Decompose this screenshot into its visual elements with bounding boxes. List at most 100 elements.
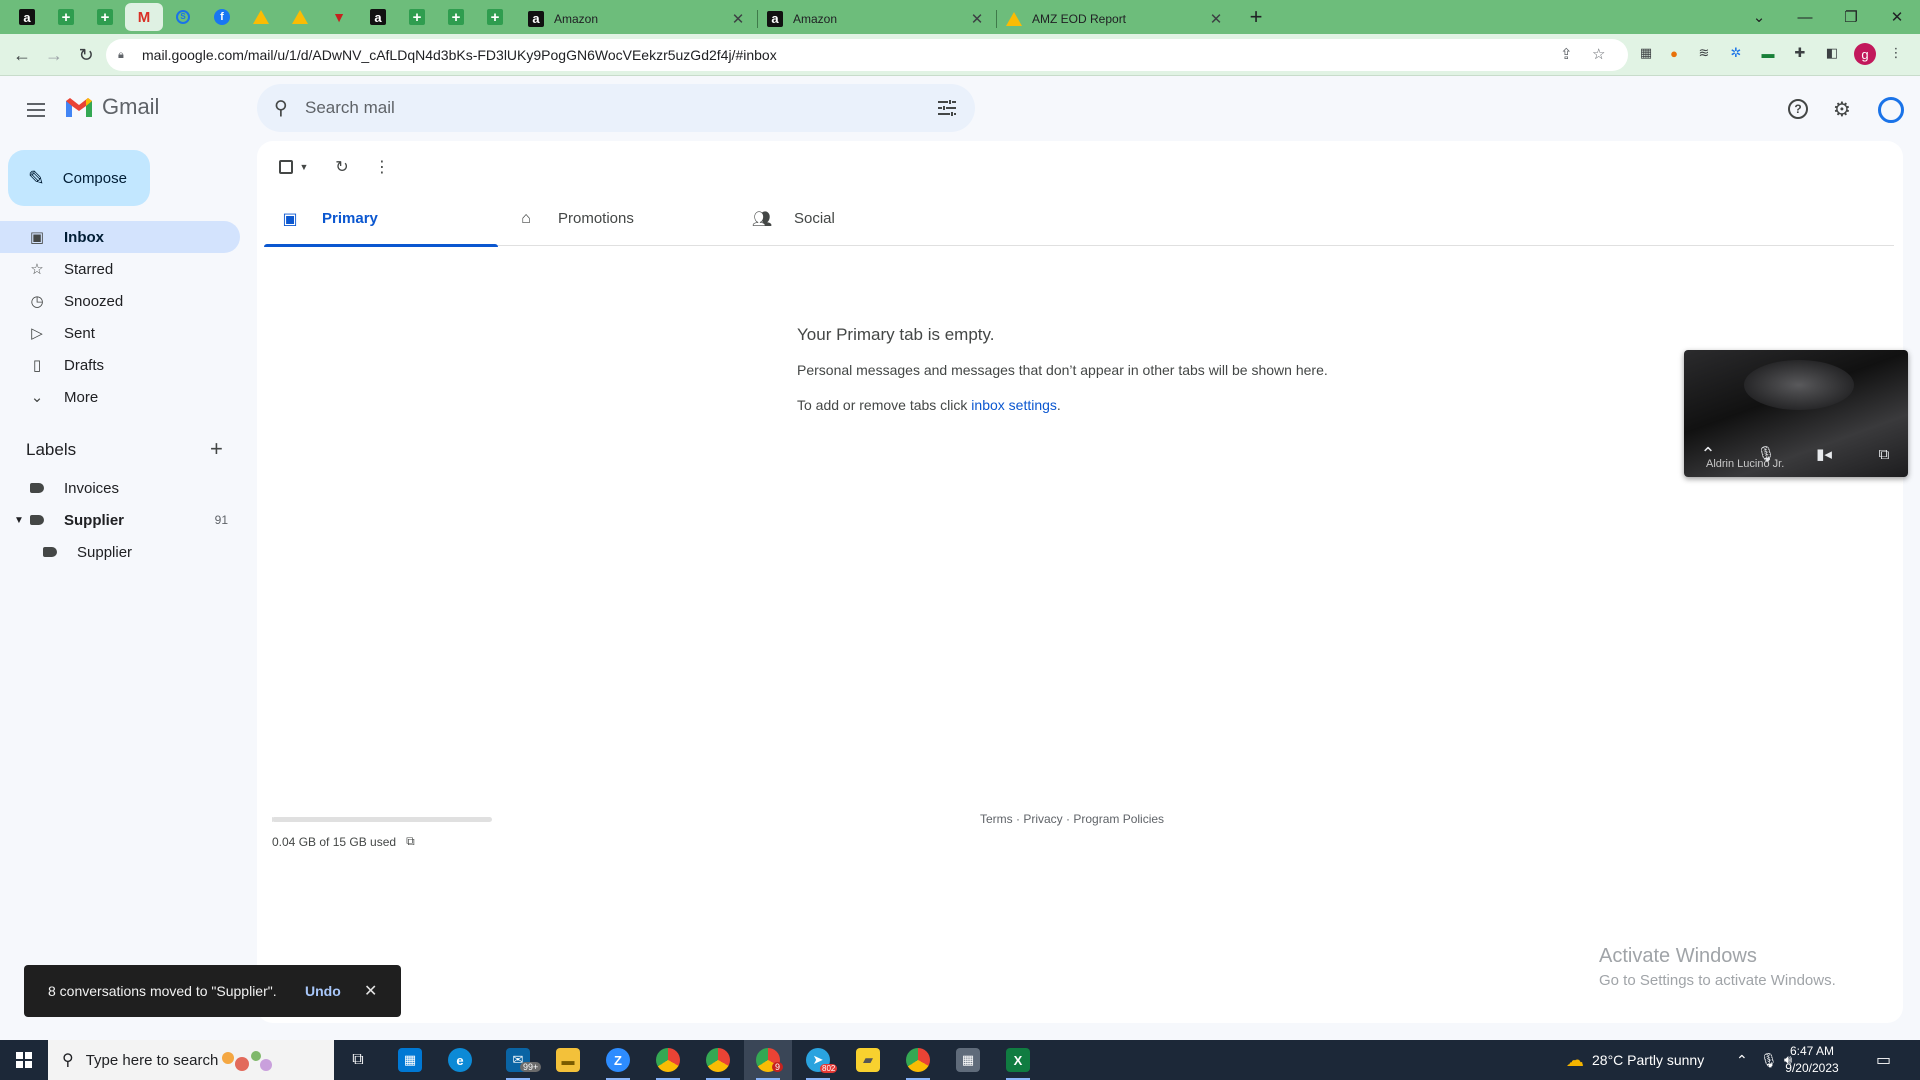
caret-down-icon[interactable]: ▼ xyxy=(14,515,24,526)
extensions-puzzle-icon[interactable]: ✚ xyxy=(1790,43,1810,63)
taskbar-app-calculator[interactable]: ▦ xyxy=(944,1040,992,1080)
account-avatar[interactable] xyxy=(1878,97,1904,123)
help-icon[interactable]: ? xyxy=(1785,96,1811,122)
bookmark-star-icon[interactable]: ☆ xyxy=(1592,45,1605,63)
taskbar-app-chrome[interactable] xyxy=(694,1040,742,1080)
tab-promotions[interactable]: ⌂ Promotions xyxy=(500,191,734,246)
main-menu-button[interactable] xyxy=(18,92,54,128)
kebab-menu-icon[interactable]: ⋮ xyxy=(1886,43,1906,63)
program-policies-link[interactable]: Program Policies xyxy=(1073,812,1164,826)
video-call-pip[interactable]: ⌃ 🎙︎ ▮◂ ⧉ Aldrin Lucino Jr. xyxy=(1684,350,1908,477)
taskbar-app-sticky-notes[interactable]: ▰ xyxy=(844,1040,892,1080)
task-view-button[interactable]: ⧉ xyxy=(334,1040,382,1080)
taskbar-app-excel[interactable]: X xyxy=(994,1040,1042,1080)
browser-tab[interactable]: AMZ EOD Report ✕ xyxy=(996,3,1234,34)
taskbar-app-chrome[interactable] xyxy=(894,1040,942,1080)
sidebar-item-starred[interactable]: ☆ Starred xyxy=(0,253,240,285)
terms-link[interactable]: Terms xyxy=(980,812,1013,826)
compose-button[interactable]: ✎ Compose xyxy=(8,150,150,206)
amazon-icon: a xyxy=(19,9,35,25)
tab-primary[interactable]: ▣ Primary xyxy=(264,191,498,247)
camera-icon[interactable]: ▮◂ xyxy=(1812,442,1836,466)
restore-button[interactable]: ❐ xyxy=(1828,0,1874,34)
pinned-tab-amazon[interactable]: a xyxy=(8,3,46,31)
search-options-icon[interactable] xyxy=(935,96,959,120)
label-name: Invoices xyxy=(64,479,120,497)
weather-widget[interactable]: ☁ 28°C Partly sunny xyxy=(1566,1040,1704,1080)
sidebar-item-snoozed[interactable]: ◷ Snoozed xyxy=(0,285,240,317)
undo-button[interactable]: Undo xyxy=(305,983,341,999)
notifications-icon[interactable]: ▭ xyxy=(1876,1040,1891,1080)
show-hidden-icons[interactable]: ⌃ xyxy=(1736,1040,1748,1080)
sidebar-item-inbox[interactable]: ▣ Inbox xyxy=(0,221,240,253)
pinned-tab-drive[interactable] xyxy=(242,3,280,31)
pinned-tab-app[interactable]: ▼ xyxy=(320,3,358,31)
sidebar-label-invoices[interactable]: Invoices xyxy=(0,472,240,504)
start-button[interactable] xyxy=(0,1040,48,1080)
pinned-tab-sheets[interactable]: + xyxy=(437,3,475,31)
more-vert-icon[interactable]: ⋮ xyxy=(370,155,394,179)
close-icon[interactable]: ✕ xyxy=(364,981,377,1001)
close-icon[interactable]: ✕ xyxy=(1208,10,1224,28)
tab-search-button[interactable]: ⌄ xyxy=(1736,0,1782,34)
system-clock[interactable]: 6:47 AM 9/20/2023 xyxy=(1770,1043,1854,1077)
refresh-icon[interactable]: ↻ xyxy=(330,155,354,179)
new-tab-button[interactable]: + xyxy=(1242,4,1270,30)
tab-social[interactable]: 👥︎ Social xyxy=(736,191,970,246)
pinned-tab-app[interactable]: S xyxy=(164,3,202,31)
sidebar-sublabel-supplier[interactable]: Supplier xyxy=(0,536,240,568)
sidebar-item-more[interactable]: ⌄ More xyxy=(0,381,240,413)
minimize-button[interactable]: — xyxy=(1782,0,1828,34)
taskbar-app-zoom[interactable]: Z xyxy=(594,1040,642,1080)
extension-icon[interactable]: ✲ xyxy=(1726,43,1746,63)
taskbar-app-edge[interactable]: e xyxy=(436,1040,484,1080)
search-input[interactable] xyxy=(305,98,905,118)
extension-icon[interactable]: ≋ xyxy=(1694,43,1714,63)
taskbar-app-file-explorer[interactable]: ▬ xyxy=(544,1040,592,1080)
close-icon[interactable]: ✕ xyxy=(730,10,746,28)
extension-icon[interactable]: ● xyxy=(1664,43,1684,63)
sidebar-item-sent[interactable]: ▷ Sent xyxy=(0,317,240,349)
extension-icon[interactable]: ▦ xyxy=(1636,43,1656,63)
profile-avatar[interactable]: g xyxy=(1854,43,1876,65)
pinned-tab-facebook[interactable]: f xyxy=(203,3,241,31)
pinned-tab-drive[interactable] xyxy=(281,3,319,31)
share-icon[interactable]: ⇪ xyxy=(1560,45,1573,63)
sidebar-item-label: More xyxy=(64,388,99,406)
taskbar-app-telegram[interactable]: ➤ 802 xyxy=(794,1040,842,1080)
open-in-new-icon[interactable]: ⧉ xyxy=(406,834,415,849)
taskbar-app-mail[interactable]: ✉ 99+ xyxy=(494,1040,542,1080)
settings-gear-icon[interactable]: ⚙ xyxy=(1829,96,1855,122)
side-panel-icon[interactable]: ◧ xyxy=(1822,43,1842,63)
pinned-tab-amazon[interactable]: a xyxy=(359,3,397,31)
pinned-tab-sheets[interactable]: + xyxy=(86,3,124,31)
pinned-tab-sheets[interactable]: + xyxy=(476,3,514,31)
search-icon[interactable]: ⚲ xyxy=(257,97,305,120)
extension-icon[interactable]: ▬ xyxy=(1758,43,1778,63)
browser-tab[interactable]: a Amazon ✕ xyxy=(518,3,756,34)
pinned-tab-gmail[interactable]: M xyxy=(125,3,163,31)
gmail-logo[interactable]: Gmail xyxy=(64,94,159,120)
taskbar-search[interactable]: ⚲ Type here to search xyxy=(48,1040,334,1080)
close-window-button[interactable]: ✕ xyxy=(1874,0,1920,34)
pinned-tab-sheets[interactable]: + xyxy=(398,3,436,31)
url-text[interactable]: mail.google.com/mail/u/1/d/ADwNV_cAfLDqN… xyxy=(142,47,777,63)
select-dropdown-icon[interactable]: ▼ xyxy=(292,155,316,179)
pinned-tab-sheets[interactable]: + xyxy=(47,3,85,31)
close-icon[interactable]: ✕ xyxy=(969,10,985,28)
reload-button[interactable]: ↻ xyxy=(72,41,100,69)
address-bar[interactable]: 🔒︎ mail.google.com/mail/u/1/d/ADwNV_cAfL… xyxy=(106,39,1628,71)
taskbar-app-chrome[interactable]: 9 xyxy=(744,1040,792,1080)
browser-tab[interactable]: a Amazon ✕ xyxy=(757,3,995,34)
privacy-link[interactable]: Privacy xyxy=(1023,812,1062,826)
back-button[interactable]: ← xyxy=(8,41,36,69)
sidebar-label-supplier[interactable]: ▼ Supplier 91 xyxy=(0,504,240,536)
sidebar-item-drafts[interactable]: ▯ Drafts xyxy=(0,349,240,381)
footer-separator: · xyxy=(1012,812,1024,826)
inbox-settings-link[interactable]: inbox settings xyxy=(971,397,1057,413)
forward-button[interactable]: → xyxy=(40,41,68,69)
open-in-new-icon[interactable]: ⧉ xyxy=(1872,442,1896,466)
add-label-button[interactable]: + xyxy=(210,436,223,462)
taskbar-app-store[interactable]: ▦ xyxy=(386,1040,434,1080)
taskbar-app-chrome[interactable] xyxy=(644,1040,692,1080)
